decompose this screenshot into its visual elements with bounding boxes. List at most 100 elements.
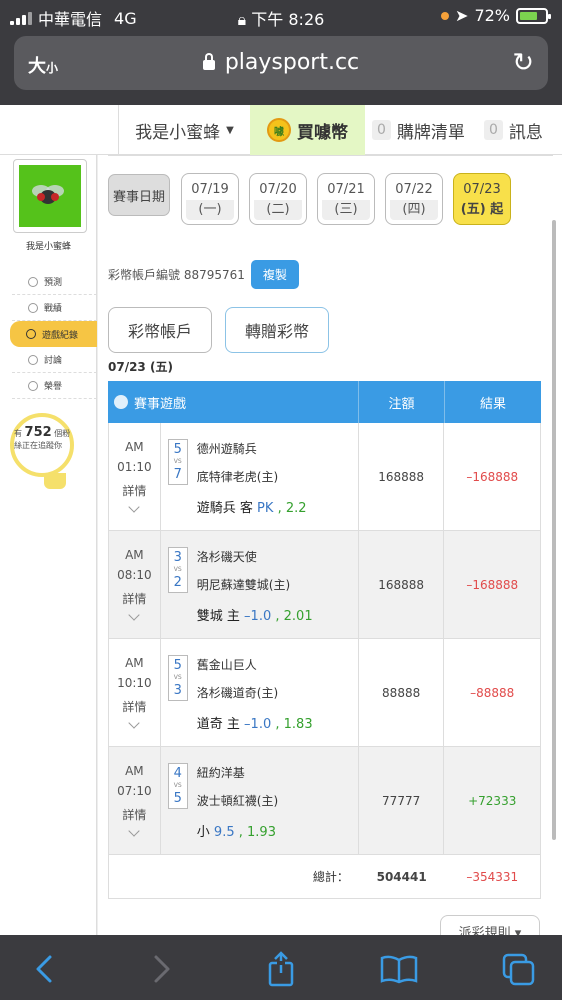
browser-top: 中華電信 4G 🔒︎ 下午 8:26 ➤ 72% 大小 playsport.cc… [0,0,562,105]
away-team: 紐約洋基 [196,766,245,780]
game-time: AM 10:10 詳情 [109,639,161,746]
date-button-0723-selected[interactable]: 07/23 (五) 起 [453,173,511,225]
bet-amount: 168888 [359,531,445,638]
date-text: 07/22 [395,182,433,197]
reload-icon[interactable]: ↻ [512,48,534,78]
bet-amount: 168888 [359,423,445,530]
sidebar-item-honor[interactable]: 榮譽 [12,373,97,399]
battery-fill [520,11,538,20]
address-bar[interactable]: 大小 playsport.cc ↻ [14,36,548,90]
avatar[interactable] [13,159,87,233]
game-time: AM 01:10 詳情 [109,423,161,530]
total-bet: 504441 [376,869,427,884]
date-label: 賽事日期 [108,174,170,216]
messages-label: 訊息 [508,122,543,143]
time: 08:10 [117,568,152,582]
chevron-down-icon[interactable] [128,501,141,513]
sidebar-item-predict[interactable]: 預測 [12,269,97,295]
cart-label: 購牌清單 [396,122,465,143]
vs-label: VS [173,566,182,573]
day-of-week: (一) [186,200,234,220]
ampm: AM [125,548,144,562]
divider [108,155,553,159]
date-button-0720[interactable]: 07/20 (二) [249,173,307,225]
home-team: 明尼蘇達雙城(主) [196,578,291,592]
date-button-0722[interactable]: 07/22 (四) [385,173,443,225]
tab-coin-account[interactable]: 彩幣帳戶 [108,307,212,353]
account-row: 彩幣帳戶編號 88795761 複製 [108,260,299,289]
padlock-icon [202,53,215,70]
search-chat-icon [28,354,38,365]
coin-icon: 噱 [267,118,291,142]
date-button-0719[interactable]: 07/19 (一) [181,173,239,225]
table-row: AM 10:10 詳情 5 VS 3 舊金山巨人 洛杉磯道奇(主) 道奇 主 –1.0 … [108,639,541,747]
sidebar-item-label: 榮譽 [44,382,63,392]
pick: 小 9.5 , 1.93 [197,821,276,840]
account-number: 彩幣帳戶編號 88795761 [108,268,245,282]
details-link[interactable]: 詳情 [109,805,160,825]
time: 10:10 [117,676,152,690]
copy-button[interactable]: 複製 [250,260,299,289]
time: 07:10 [117,784,152,798]
sidebar-username: 我是小蜜蜂 [25,242,71,252]
sidebar-nav: 預測 戰績 遊戲紀錄 討論 榮譽 [10,269,97,399]
date-button-0721[interactable]: 07/21 (三) [317,173,375,225]
ampm: AM [125,440,144,454]
buy-coins-button[interactable]: 噱買噱幣 [250,105,365,155]
game-info: 5 VS 7 德州遊騎兵 底特律老虎(主) 遊騎兵 客 PK , 2.2 [161,423,359,530]
details-link[interactable]: 詳情 [109,589,160,609]
share-icon[interactable] [261,949,301,989]
game-info: 4 VS 5 紐約洋基 波士頓紅襪(主) 小 9.5 , 1.93 [161,747,359,854]
sidebar-item-game-log[interactable]: 遊戲紀錄 [10,321,97,347]
details-link[interactable]: 詳情 [109,697,160,717]
user-menu-label: 我是小蜜蜂 [135,122,221,143]
score-away: 4 [173,766,182,781]
cart-link[interactable]: 0 購牌清單 [372,105,465,155]
messages-link[interactable]: 0 訊息 [484,105,543,155]
forward-icon[interactable] [142,949,182,989]
time: 01:10 [117,460,152,474]
tab-transfer-coins[interactable]: 轉贈彩幣 [225,307,329,353]
battery-icon [516,7,551,24]
medal-icon [28,380,38,391]
chevron-down-icon[interactable] [128,717,141,729]
sidebar: 我是小蜜蜂 預測 戰績 遊戲紀錄 討論 榮譽 有 752 個粉 絲正在追蹤你 [0,155,97,935]
tracker-line2: 絲正在追蹤你 [14,441,62,450]
pick-team: 小 [196,825,210,840]
scrollbar[interactable] [552,220,556,840]
result-amount: –88888 [470,685,515,700]
back-icon[interactable] [24,949,64,989]
away-team: 德州遊騎兵 [196,442,257,456]
total-row: 總計： 504441 –354331 [108,855,541,899]
details-link[interactable]: 詳情 [109,481,160,501]
game-table: 賽事遊戲 注額 結果 AM 01:10 詳情 5 VS 7 德州遊騎兵 底特律老虎(主)… [108,381,541,899]
score-box: 5 VS 3 [167,655,188,701]
clock: 下午 8:26 [251,10,325,29]
pick-team: 遊騎兵 客 [196,501,253,516]
caret-down-icon: ▼ [226,124,234,136]
tabs-icon[interactable] [498,949,538,989]
chevron-down-icon[interactable] [128,609,141,621]
bookmarks-icon[interactable] [379,949,419,989]
ampm: AM [125,656,144,670]
table-row: AM 01:10 詳情 5 VS 7 德州遊騎兵 底特律老虎(主) 遊騎兵 客 PK ,… [108,423,541,531]
pick-odds: , 2.01 [275,609,313,624]
target-icon [28,276,38,287]
sidebar-item-record[interactable]: 戰績 [12,295,97,321]
total-label: 總計： [312,870,349,884]
home-team: 波士頓紅襪(主) [196,794,279,808]
sidebar-item-discuss[interactable]: 討論 [12,347,97,373]
ampm: AM [125,764,144,778]
pick: 雙城 主 –1.0 , 2.01 [197,605,313,624]
score-away: 3 [173,550,182,565]
bet-amount: 88888 [359,639,445,746]
follower-tracker: 有 752 個粉 絲正在追蹤你 [0,426,97,452]
score-away: 5 [173,442,182,457]
result-amount: –168888 [466,577,519,592]
database-icon [114,395,128,409]
user-menu[interactable]: 我是小蜜蜂 ▼ [118,105,250,155]
date-heading: 07/23 (五) [108,360,173,374]
chat-icon [28,302,38,313]
score-home: 5 [173,791,182,806]
chevron-down-icon[interactable] [128,825,141,837]
